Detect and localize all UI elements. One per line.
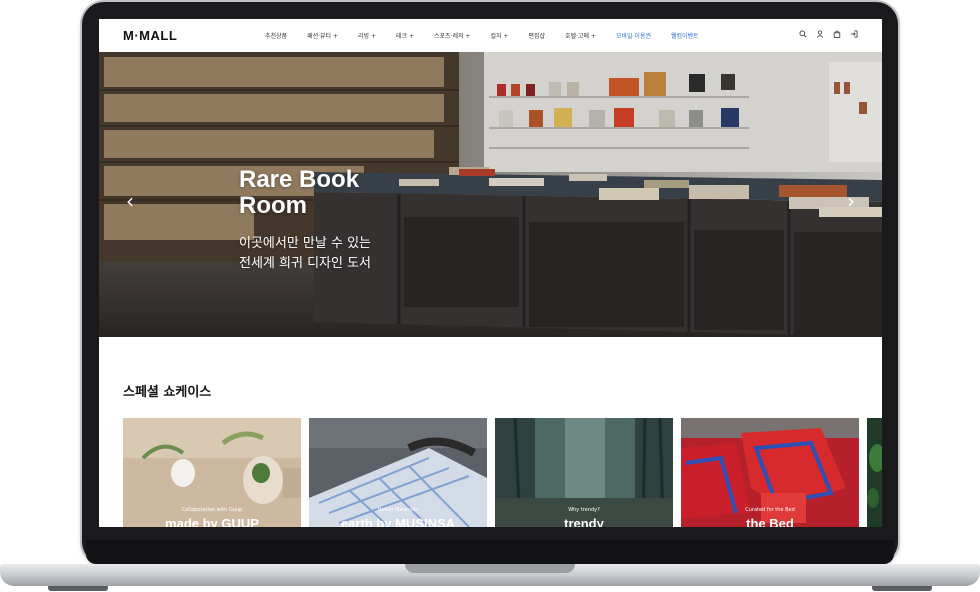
nav-item-hotel-gourmet[interactable]: 호텔·고메 +	[565, 31, 596, 40]
search-icon[interactable]	[799, 30, 807, 38]
nav-item-culture[interactable]: 컬처 +	[490, 31, 508, 40]
showcase-card[interactable]: Curated for the Bed the Bed	[681, 418, 859, 527]
card-subtitle: Curated for the Bed	[745, 507, 795, 513]
card-title: trendy	[564, 516, 604, 527]
hero-subtitle: 이곳에서만 만날 수 있는 전세계 희귀 디자인 도서	[239, 234, 439, 274]
header-icons	[799, 30, 858, 38]
laptop-foot-left	[48, 586, 108, 591]
showcase-card[interactable]: Collaboration with Guup made by GUUP	[123, 418, 301, 527]
bag-icon[interactable]	[833, 30, 841, 38]
showcase-card[interactable]: Better Materials earth by MUSINSA	[309, 418, 487, 527]
hero-image	[99, 52, 882, 337]
main-nav: 추천상품 패션·뷰티 + 리빙 + 테크 + 스포츠·레저 + 컬처 + 편집샵…	[265, 31, 719, 40]
nav-item-fashion-beauty[interactable]: 패션·뷰티 +	[307, 31, 338, 40]
nav-item-mobile-pass[interactable]: 모바일 이용권	[616, 31, 651, 40]
showcase-card[interactable]	[867, 418, 882, 527]
laptop-notch	[405, 564, 575, 573]
site-header: M·MALL 추천상품 패션·뷰티 + 리빙 + 테크 + 스포츠·레저 + 컬…	[99, 19, 882, 52]
nav-item-sports[interactable]: 스포츠·레저 +	[434, 31, 470, 40]
card-subtitle: Why trendy?	[568, 507, 600, 513]
nav-item-editshop[interactable]: 편집샵	[528, 31, 545, 40]
showcase-title: 스페셜 쇼케이스	[123, 385, 212, 400]
nav-item-tech[interactable]: 테크 +	[396, 31, 414, 40]
card-subtitle: Collaboration with Guup	[181, 507, 243, 513]
card-title: the Bed	[746, 516, 794, 527]
user-icon[interactable]	[816, 30, 824, 38]
nav-item-living[interactable]: 리빙 +	[358, 31, 376, 40]
hero-subtitle-line2: 전세계 희귀 디자인 도서	[239, 256, 371, 271]
hero-banner[interactable]: Rare Book Room 이곳에서만 만날 수 있는 전세계 희귀 디자인 …	[99, 52, 882, 337]
showcase-carousel: Collaboration with Guup made by GUUP Bet…	[123, 418, 882, 527]
card-title: made by GUUP	[165, 516, 259, 527]
nav-item-welcome-event[interactable]: 웰컴이벤트	[671, 31, 699, 40]
laptop-foot-right	[872, 586, 932, 591]
chevron-right-icon[interactable]: ›	[844, 189, 858, 213]
showcase-card[interactable]: Why trendy? trendy	[495, 418, 673, 527]
card-subtitle: Better Materials	[377, 507, 419, 513]
laptop-chin	[86, 540, 894, 564]
hero-subtitle-line1: 이곳에서만 만날 수 있는	[239, 236, 371, 251]
site-logo[interactable]: M·MALL	[123, 28, 177, 43]
card-title: earth by MUSINSA	[340, 516, 456, 527]
browser-screen: M·MALL 추천상품 패션·뷰티 + 리빙 + 테크 + 스포츠·레저 + 컬…	[99, 19, 882, 527]
hero-title: Rare Book Room	[239, 166, 360, 219]
login-icon[interactable]	[850, 30, 858, 38]
nav-item-recommended[interactable]: 추천상품	[265, 31, 287, 40]
chevron-left-icon[interactable]: ‹	[123, 189, 137, 213]
card-image	[867, 418, 882, 527]
